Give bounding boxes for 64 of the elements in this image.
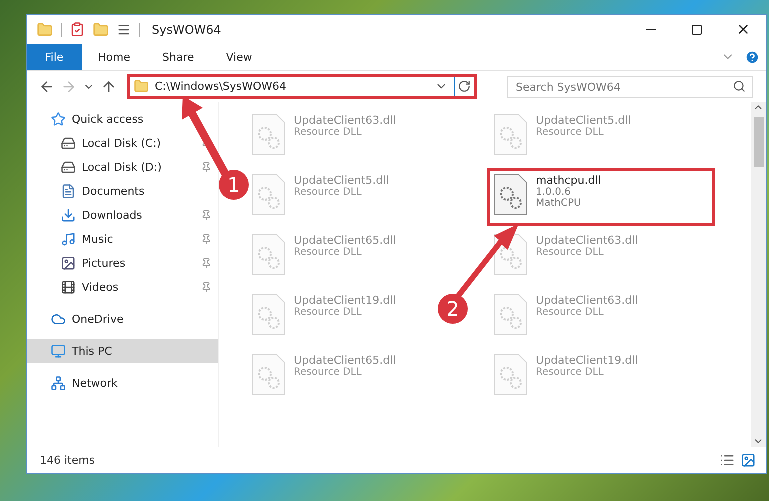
- large-icons-view-icon[interactable]: [741, 452, 756, 468]
- forward-arrow-icon: [61, 78, 77, 94]
- sidebar-item[interactable]: This PC: [27, 339, 218, 363]
- search-icon: [733, 80, 746, 92]
- sidebar-item[interactable]: Network: [27, 371, 218, 395]
- file-name: UpdateClient63.dll: [294, 114, 396, 127]
- file-detail: Resource DLL: [294, 247, 363, 258]
- window-title: SysWOW64: [152, 22, 222, 36]
- sidebar-item[interactable]: Pictures: [27, 251, 218, 275]
- file-name: UpdateClient63.dll: [536, 294, 638, 307]
- star-icon: [51, 112, 66, 126]
- file-name: mathcpu.dll: [536, 174, 602, 187]
- file-name: UpdateClient5.dll: [294, 174, 390, 187]
- pictures-icon: [61, 256, 76, 270]
- sidebar-item[interactable]: Videos: [27, 275, 218, 299]
- help-icon[interactable]: [745, 50, 760, 64]
- file-item[interactable]: mathcpu.dll 1.0.0.6 MathCPU: [487, 168, 715, 226]
- ribbon-tab[interactable]: Share: [146, 44, 210, 70]
- music-icon: [61, 232, 76, 246]
- sidebar-item[interactable]: Music: [27, 227, 218, 251]
- videos-icon: [61, 280, 76, 294]
- sidebar-item[interactable]: Local Disk (D:): [27, 155, 218, 179]
- properties-icon[interactable]: [70, 22, 85, 37]
- cloud-icon: [51, 312, 66, 326]
- file-detail: Resource DLL: [536, 127, 605, 138]
- file-name: UpdateClient19.dll: [536, 354, 638, 367]
- file-menu-button[interactable]: File: [27, 44, 82, 70]
- file-name: UpdateClient19.dll: [294, 294, 396, 307]
- folder-icon: [134, 79, 149, 94]
- back-button[interactable]: [39, 78, 55, 94]
- details-view-icon[interactable]: [720, 452, 735, 468]
- customize-toolbar-icon[interactable]: [117, 22, 131, 36]
- file-detail: Resource DLL: [294, 187, 363, 198]
- file-name: UpdateClient65.dll: [294, 234, 396, 247]
- address-bar[interactable]: C:\Windows\SysWOW64: [127, 74, 477, 99]
- sidebar-item[interactable]: OneDrive: [27, 307, 218, 331]
- file-detail: Resource DLL: [536, 367, 605, 378]
- maximize-icon: [691, 24, 703, 36]
- file-detail: Resource DLL: [536, 307, 605, 318]
- up-button[interactable]: [101, 78, 117, 94]
- file-detail: Resource DLL: [294, 127, 363, 138]
- scroll-thumb[interactable]: [754, 117, 764, 167]
- file-detail: MathCPU: [536, 198, 582, 209]
- search-field[interactable]: Search SysWOW64: [507, 76, 753, 98]
- scrollbar[interactable]: [751, 102, 766, 447]
- minimize-icon: [646, 29, 656, 30]
- sidebar-item[interactable]: Quick access: [27, 107, 218, 131]
- file-detail: Resource DLL: [294, 367, 363, 378]
- file-name: UpdateClient63.dll: [536, 234, 638, 247]
- sidebar-item[interactable]: Downloads: [27, 203, 218, 227]
- file-name: UpdateClient5.dll: [536, 114, 632, 127]
- documents-icon: [61, 184, 76, 198]
- refresh-icon[interactable]: [458, 80, 471, 93]
- pc-icon: [51, 344, 66, 358]
- downloads-icon: [61, 208, 76, 222]
- file-detail: 1.0.0.6: [536, 187, 572, 198]
- sidebar-item[interactable]: Documents: [27, 179, 218, 203]
- network-icon: [51, 376, 66, 390]
- file-name: UpdateClient65.dll: [294, 354, 396, 367]
- file-detail: Resource DLL: [536, 247, 605, 258]
- ribbon-tab[interactable]: Home: [82, 44, 146, 70]
- file-detail: Resource DLL: [294, 307, 363, 318]
- ribbon-tab[interactable]: View: [210, 44, 268, 70]
- item-count: 146 items: [40, 454, 96, 466]
